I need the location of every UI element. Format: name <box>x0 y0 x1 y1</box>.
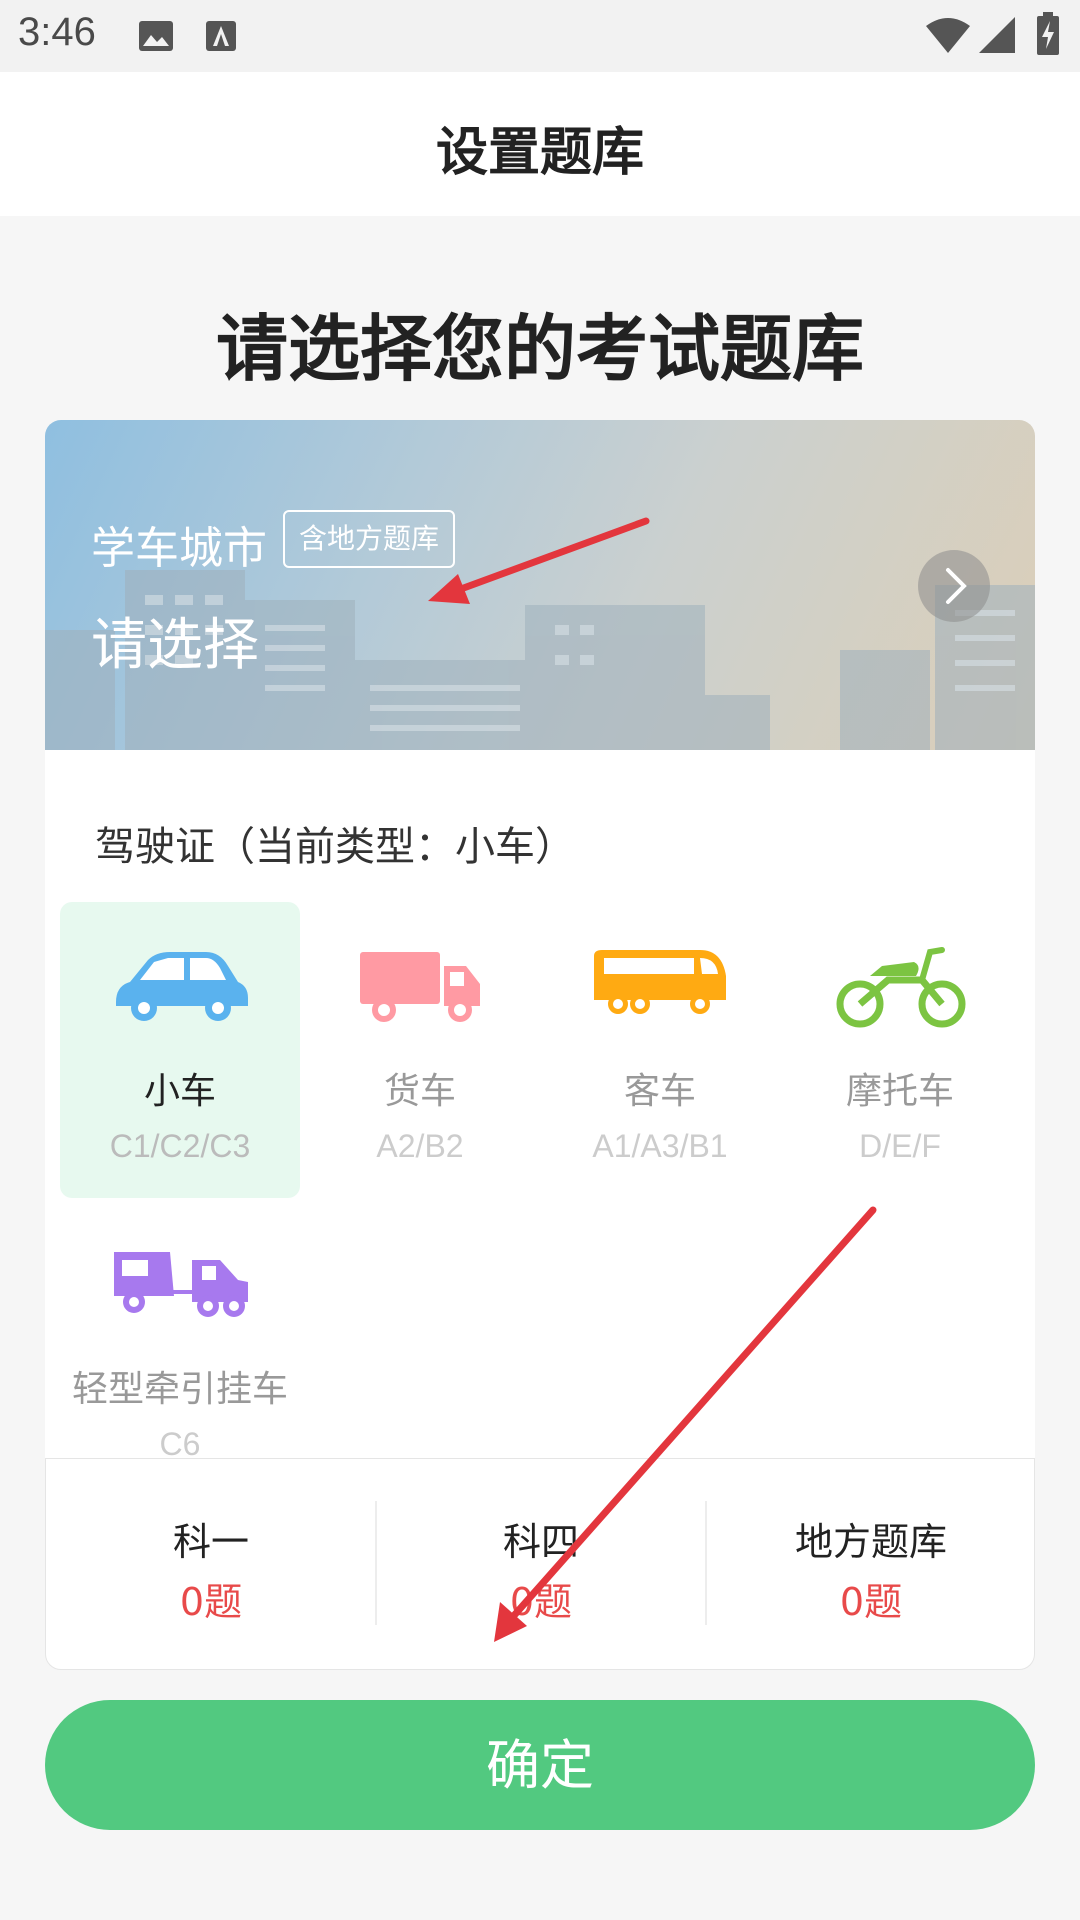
vehicle-code: C1/C2/C3 <box>109 1128 251 1164</box>
image-notification-icon <box>139 21 173 51</box>
motorcycle-icon <box>836 947 966 1028</box>
header-title: 设置题库 <box>435 123 644 183</box>
vehicle-code: C6 <box>159 1426 201 1460</box>
city-next-button[interactable] <box>918 550 990 622</box>
city-label: 学车城市 <box>91 523 267 574</box>
license-card: 驾驶证（当前类型：小车） 小车 C1/C2/C3 货车 A2/B2 客车 A1/… <box>45 750 1035 1460</box>
keyboard-notification-icon <box>206 21 236 51</box>
vehicle-code: A1/A3/B1 <box>592 1128 728 1164</box>
vehicle-name: 摩托车 <box>845 1071 954 1112</box>
license-title: 驾驶证（当前类型：小车） <box>95 824 575 870</box>
vehicle-option-truck[interactable]: 货车 A2/B2 <box>300 902 540 1198</box>
vehicle-name: 小车 <box>143 1071 216 1112</box>
stat-count: 0题 <box>509 1580 573 1624</box>
local-bank-tag: 含地方题库 <box>283 510 456 568</box>
battery-charging-icon <box>1037 12 1059 55</box>
stat-subject-four: 科四 0题 <box>376 1459 706 1669</box>
stat-label: 地方题库 <box>794 1520 947 1564</box>
city-selector-banner[interactable]: 学车城市 含地方题库 请选择 <box>45 420 1035 750</box>
vehicle-option-trailer[interactable]: 轻型牵引挂车 C6 <box>60 1200 300 1460</box>
page-heading: 请选择您的考试题库 <box>215 307 864 391</box>
vehicle-code: D/E/F <box>859 1128 941 1164</box>
stat-subject-one: 科一 0题 <box>46 1459 376 1669</box>
stat-label: 科四 <box>502 1520 579 1564</box>
city-value: 请选择 <box>91 613 259 678</box>
status-bar: 3:46 <box>0 0 1080 72</box>
truck-icon <box>360 952 480 1022</box>
vehicle-option-motorcycle[interactable]: 摩托车 D/E/F <box>780 902 1020 1198</box>
chevron-right-icon <box>946 568 967 604</box>
app-header: 设置题库 <box>0 72 1080 216</box>
vehicle-name: 客车 <box>623 1071 696 1112</box>
confirm-button[interactable]: 确定 <box>45 1700 1035 1830</box>
city-skyline-illustration <box>45 570 1035 750</box>
question-count-stats: 科一 0题 科四 0题 地方题库 0题 <box>45 1458 1035 1670</box>
vehicle-option-bus[interactable]: 客车 A1/A3/B1 <box>540 902 780 1198</box>
vehicle-option-car[interactable]: 小车 C1/C2/C3 <box>60 902 300 1198</box>
stat-count: 0题 <box>179 1580 243 1624</box>
signal-icon <box>979 17 1015 53</box>
status-time: 3:46 <box>18 10 96 54</box>
stat-count: 0题 <box>839 1580 903 1624</box>
car-icon <box>116 952 248 1021</box>
stat-local-bank: 地方题库 0题 <box>706 1459 1036 1669</box>
trailer-icon <box>114 1252 248 1317</box>
bus-icon <box>594 950 726 1014</box>
stat-label: 科一 <box>172 1520 249 1564</box>
vehicle-name: 轻型牵引挂车 <box>71 1369 288 1410</box>
vehicle-name: 货车 <box>383 1071 456 1112</box>
wifi-icon <box>926 18 970 53</box>
vehicle-code: A2/B2 <box>376 1128 464 1164</box>
